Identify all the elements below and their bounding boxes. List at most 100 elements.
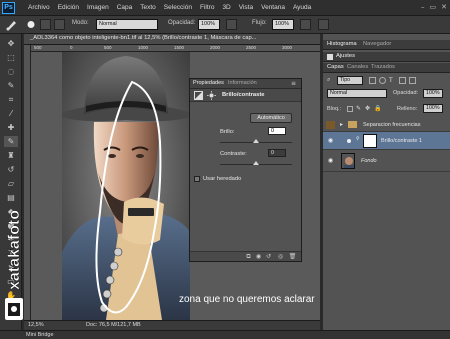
brush-panel-button[interactable] bbox=[40, 19, 51, 30]
view-previous-icon[interactable]: ◉ bbox=[254, 253, 263, 261]
ruler-tick: 3000 bbox=[282, 45, 293, 50]
panel-menu-icon[interactable]: ≡ bbox=[291, 80, 296, 87]
properties-tabs: Propiedades Información ≡ bbox=[190, 79, 301, 89]
zoom-level[interactable]: 12,5% bbox=[28, 322, 44, 328]
chain-link-icon[interactable]: ⚲ bbox=[356, 136, 360, 146]
flow-field[interactable]: 100% bbox=[272, 19, 294, 30]
photoshop-logo: Ps bbox=[2, 2, 15, 14]
layer-row-adjustment[interactable]: ◉ ⚲ Brillo/contraste 1 bbox=[323, 132, 450, 150]
vertical-ruler bbox=[24, 45, 31, 320]
quick-selection-icon[interactable]: ✎ bbox=[4, 80, 18, 91]
modo-label: Modo: bbox=[72, 20, 89, 26]
menu-3d[interactable]: 3D bbox=[218, 0, 234, 16]
contrast-slider-thumb[interactable] bbox=[253, 161, 259, 165]
ruler-tick: 0 bbox=[70, 45, 73, 50]
filter-smart-object-icon[interactable] bbox=[409, 77, 416, 84]
layer-row-background[interactable]: ◉ Fondo bbox=[323, 150, 450, 172]
opacity-field[interactable]: 100% bbox=[198, 19, 220, 30]
layer-filter-select[interactable]: Tipo bbox=[337, 76, 363, 85]
healing-brush-icon[interactable]: ✚ bbox=[4, 122, 18, 133]
tab-canales[interactable]: Canales bbox=[347, 64, 368, 70]
document-info[interactable]: Doc: 76,5 M/121,7 MB bbox=[86, 322, 141, 328]
minimize-button[interactable]: – bbox=[421, 3, 425, 11]
clip-to-layer-icon[interactable]: ⧉ bbox=[244, 253, 253, 261]
menu-imagen[interactable]: Imagen bbox=[83, 0, 113, 16]
menu-ventana[interactable]: Ventana bbox=[257, 0, 289, 16]
clone-stamp-icon[interactable]: ♜ bbox=[4, 150, 18, 161]
lock-transparency-icon[interactable] bbox=[347, 106, 353, 112]
layer-opacity-field[interactable]: 100% bbox=[423, 89, 443, 98]
delete-icon[interactable]: 🗑 bbox=[288, 253, 297, 261]
menu-bar: Ps Archivo Edición Imagen Capa Texto Sel… bbox=[0, 0, 450, 16]
portrait-photo bbox=[62, 52, 190, 320]
menu-capa[interactable]: Capa bbox=[113, 0, 137, 16]
menu-archivo[interactable]: Archivo bbox=[24, 0, 54, 16]
status-bar: 12,5% Doc: 76,5 M/121,7 MB bbox=[24, 320, 320, 330]
menu-items: Archivo Edición Imagen Capa Texto Selecc… bbox=[24, 0, 315, 16]
filter-adjustment-icon[interactable] bbox=[379, 77, 386, 84]
contrast-field[interactable]: 0 bbox=[268, 149, 286, 157]
tab-trazados[interactable]: Trazados bbox=[371, 64, 395, 70]
properties-title: Brillo/contraste bbox=[222, 92, 265, 98]
menu-edicion[interactable]: Edición bbox=[54, 0, 83, 16]
lock-pixels-icon[interactable]: ✎ bbox=[356, 106, 362, 112]
brush-presets-button[interactable] bbox=[54, 19, 65, 30]
lock-all-icon[interactable]: 🔒 bbox=[374, 106, 381, 112]
mode-select[interactable]: Normal bbox=[96, 19, 158, 30]
tab-propiedades[interactable]: Propiedades bbox=[193, 80, 224, 86]
layer-name-adjustment: Brillo/contraste 1 bbox=[381, 138, 422, 144]
filter-type-icon[interactable]: T bbox=[389, 77, 396, 84]
lasso-tool-icon[interactable]: ◌ bbox=[4, 66, 18, 77]
layer-name-background: Fondo bbox=[361, 158, 377, 164]
crop-tool-icon[interactable]: ⌗ bbox=[4, 94, 18, 105]
menu-vista[interactable]: Vista bbox=[235, 0, 257, 16]
filter-pixel-icon[interactable] bbox=[369, 77, 376, 84]
brightness-slider-thumb[interactable] bbox=[253, 139, 259, 143]
ruler-tick: 1500 bbox=[174, 45, 185, 50]
filter-search-icon: ⌕ bbox=[327, 76, 331, 83]
mini-bridge-tab[interactable]: Mini Bridge bbox=[26, 332, 54, 338]
background-thumbnail bbox=[341, 153, 355, 169]
filter-shape-icon[interactable] bbox=[399, 77, 406, 84]
brush-tool-icon[interactable]: ✎ bbox=[4, 136, 18, 147]
folder-icon bbox=[348, 121, 357, 128]
close-button[interactable]: ✕ bbox=[441, 3, 447, 11]
eyedropper-icon[interactable]: ⁄ bbox=[4, 108, 18, 119]
group-visibility-toggle[interactable] bbox=[326, 121, 335, 129]
expand-arrow-icon[interactable]: ▸ bbox=[340, 121, 343, 128]
tab-ajustes[interactable]: Ajustes bbox=[336, 53, 355, 59]
menu-filtro[interactable]: Filtro bbox=[196, 0, 218, 16]
layer-row-group[interactable]: ▸ Separacion frecuencias bbox=[323, 118, 450, 132]
tab-navegador[interactable]: Navegador bbox=[363, 41, 391, 47]
pressure-size-icon[interactable] bbox=[318, 19, 329, 30]
airbrush-icon[interactable] bbox=[300, 19, 311, 30]
pressure-opacity-icon[interactable] bbox=[226, 19, 237, 30]
menu-seleccion[interactable]: Selección bbox=[160, 0, 196, 16]
adjustments-icon bbox=[327, 54, 333, 60]
brightness-field[interactable]: 0 bbox=[268, 127, 286, 135]
maximize-button[interactable]: ▭ bbox=[430, 3, 437, 11]
eye-icon[interactable]: ◉ bbox=[326, 136, 335, 145]
menu-texto[interactable]: Texto bbox=[136, 0, 160, 16]
auto-button[interactable]: Automático bbox=[250, 113, 292, 123]
legacy-checkbox[interactable] bbox=[194, 176, 200, 182]
reset-icon[interactable]: ↺ bbox=[264, 253, 273, 261]
annotation-text: zona que no queremos aclarar bbox=[179, 294, 315, 305]
layer-mask-thumbnail[interactable] bbox=[363, 134, 377, 148]
visibility-icon[interactable]: ◎ bbox=[276, 253, 285, 261]
document-tab[interactable]: _ADL3364 como objeto inteligente-bn1.tif… bbox=[24, 34, 320, 45]
adjustment-layer-icon bbox=[194, 91, 203, 100]
move-tool-icon[interactable]: ✥ bbox=[4, 38, 18, 49]
brush-size-icon[interactable] bbox=[26, 20, 36, 29]
tab-capas[interactable]: Capas bbox=[327, 64, 344, 70]
menu-ayuda[interactable]: Ayuda bbox=[289, 0, 315, 16]
eye-icon[interactable]: ◉ bbox=[326, 156, 335, 165]
tab-histograma[interactable]: Histograma bbox=[327, 41, 357, 47]
brush-tool-preset-icon[interactable] bbox=[4, 18, 18, 31]
marquee-tool-icon[interactable]: ⬚ bbox=[4, 52, 18, 63]
ruler-tick: 2500 bbox=[246, 45, 257, 50]
blend-mode-select[interactable]: Normal bbox=[327, 89, 387, 98]
lock-position-icon[interactable]: ✥ bbox=[365, 106, 371, 112]
tab-informacion[interactable]: Información bbox=[228, 80, 257, 86]
fill-field[interactable]: 100% bbox=[423, 104, 443, 113]
